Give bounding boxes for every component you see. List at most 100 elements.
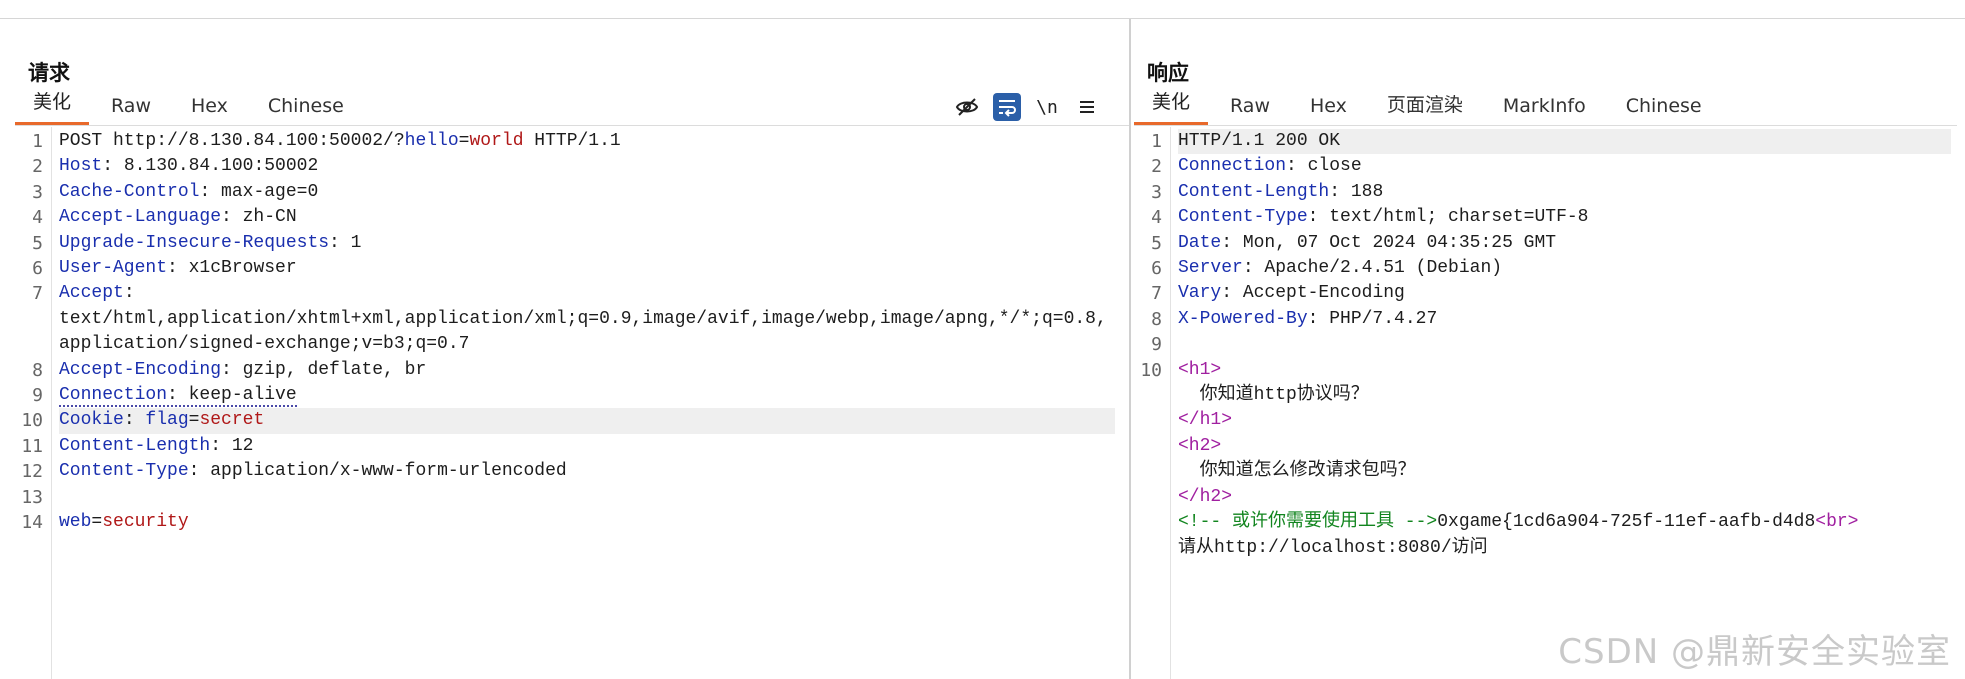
header-line-vary: Vary: Accept-Encoding xyxy=(1178,281,1951,306)
header-line-accept: Accept: xyxy=(59,281,1115,306)
line-number: 7 xyxy=(1151,283,1162,305)
request-tabs: 美化 Raw Hex Chinese xyxy=(15,91,366,125)
tab-hex[interactable]: Hex xyxy=(173,95,246,125)
html-tag-h2-close: </h2> xyxy=(1178,486,1233,507)
equals-sign: = xyxy=(188,410,200,431)
response-editor[interactable]: 1 2 3 4 5 6 7 8 9 10 HTTP/1.1 200 OK Con… xyxy=(1134,127,1965,679)
line-number: 3 xyxy=(1151,181,1162,203)
line-number: 2 xyxy=(32,156,43,178)
tab-chinese[interactable]: Chinese xyxy=(250,95,362,125)
line-number: 10 xyxy=(1140,359,1162,381)
tab-raw[interactable]: Raw xyxy=(1212,95,1288,125)
header-value: : text/html; charset=UTF-8 xyxy=(1307,207,1589,228)
line-number: 3 xyxy=(32,181,43,203)
header-name: Host xyxy=(59,156,103,177)
header-line-date: Date: Mon, 07 Oct 2024 04:35:25 GMT xyxy=(1178,231,1951,256)
header-value: : gzip, deflate, br xyxy=(221,359,427,380)
line-number: 4 xyxy=(1151,207,1162,229)
header-line-content-length: Content-Length: 188 xyxy=(1178,180,1951,205)
line-number: 6 xyxy=(1151,258,1162,279)
line-number: 6 xyxy=(32,258,43,279)
header-name: Connection xyxy=(59,385,168,406)
header-line-connection: Connection: keep-alive xyxy=(59,383,1115,408)
line-number: 11 xyxy=(21,435,43,457)
header-name: Cache-Control xyxy=(59,181,200,202)
watermark: CSDN @鼎新安全实验室 xyxy=(1558,632,1951,672)
header-value: : 1 xyxy=(329,232,362,253)
request-pane: 请求 美化 Raw Hex Chinese \n 1 2 3 4 5 6 7 8… xyxy=(0,19,1129,679)
header-value: : 12 xyxy=(210,435,254,456)
line-number: 13 xyxy=(21,486,43,508)
request-editor[interactable]: 1 2 3 4 5 6 7 8 9 10 11 12 13 14 POST ht… xyxy=(15,127,1129,679)
tab-raw[interactable]: Raw xyxy=(93,95,169,125)
request-toolbar: \n xyxy=(953,93,1101,121)
line-number: 4 xyxy=(32,207,43,229)
word-wrap-icon[interactable] xyxy=(993,93,1021,121)
equals-sign: = xyxy=(91,512,103,533)
tab-render[interactable]: 页面渲染 xyxy=(1369,90,1481,125)
line-number: 5 xyxy=(1151,232,1162,254)
cookie-value: secret xyxy=(199,410,265,431)
line-number: 5 xyxy=(32,232,43,254)
eye-off-icon[interactable] xyxy=(953,93,981,121)
header-name: Content-Length xyxy=(59,435,211,456)
header-name: Accept xyxy=(59,283,124,304)
header-value: : zh-CN xyxy=(221,207,297,228)
tab-markinfo[interactable]: MarkInfo xyxy=(1485,95,1604,125)
header-value: : PHP/7.4.27 xyxy=(1307,308,1438,329)
line-number: 7 xyxy=(32,283,43,305)
line-number: 1 xyxy=(32,131,43,152)
header-name: Connection xyxy=(1178,156,1287,177)
header-line-user-agent: User-Agent: x1cBrowser xyxy=(59,256,1115,281)
header-accept-value: text/html,application/xhtml+xml,applicat… xyxy=(59,308,1107,355)
html-tag-br: <br> xyxy=(1815,512,1859,533)
newline-toggle-button[interactable]: \n xyxy=(1033,93,1061,121)
header-name: Accept-Encoding xyxy=(59,359,222,380)
html-comment: <!-- 或许你需要使用工具 --> xyxy=(1178,512,1438,533)
menu-icon[interactable] xyxy=(1073,93,1101,121)
header-value: : application/x-www-form-urlencoded xyxy=(188,461,567,482)
header-name: Cookie xyxy=(59,410,124,431)
request-title: 请求 xyxy=(28,61,70,85)
separator: : xyxy=(123,410,146,431)
tab-pretty[interactable]: 美化 xyxy=(1134,87,1209,125)
response-code: HTTP/1.1 200 OK Connection: close Conten… xyxy=(1178,129,1951,561)
request-line: POST http://8.130.84.100:50002/?hello=wo… xyxy=(59,129,1115,154)
line-number: 8 xyxy=(1151,308,1162,330)
header-name: Content-Length xyxy=(1178,181,1330,202)
header-line-connection: Connection: close xyxy=(1178,154,1951,179)
html-tag-h1-open: <h1> xyxy=(1178,359,1222,380)
cookie-name: flag xyxy=(145,410,189,431)
request-code: POST http://8.130.84.100:50002/?hello=wo… xyxy=(59,129,1115,536)
header-line-server: Server: Apache/2.4.51 (Debian) xyxy=(1178,256,1951,281)
equals-sign: = xyxy=(458,131,470,151)
header-value: : 8.130.84.100:50002 xyxy=(102,156,319,177)
query-param-value: world xyxy=(469,131,524,151)
tab-hex[interactable]: Hex xyxy=(1292,95,1365,125)
line-number: 2 xyxy=(1151,156,1162,178)
header-name: Content-Type xyxy=(59,461,189,482)
header-value: : Apache/2.4.51 (Debian) xyxy=(1242,258,1503,279)
line-number: 10 xyxy=(21,410,43,432)
header-line-cache-control: Cache-Control: max-age=0 xyxy=(59,180,1115,205)
response-title: 响应 xyxy=(1147,61,1189,85)
h2-text: 你知道怎么修改请求包吗？ xyxy=(1178,461,1416,482)
response-tabs: 美化 Raw Hex 页面渲染 MarkInfo Chinese xyxy=(1134,91,1724,125)
tab-chinese[interactable]: Chinese xyxy=(1608,95,1720,125)
http-version: HTTP/1.1 xyxy=(523,131,621,151)
request-body: web=security xyxy=(59,510,1115,535)
header-value: : keep-alive xyxy=(167,385,297,406)
access-hint-text: 请从http://localhost:8080/访问 xyxy=(1178,537,1488,558)
header-name: X-Powered-By xyxy=(1178,308,1308,329)
header-value: : Accept-Encoding xyxy=(1221,283,1405,304)
header-name: Content-Type xyxy=(1178,207,1308,228)
header-line-content-type: Content-Type: text/html; charset=UTF-8 xyxy=(1178,205,1951,230)
html-tag-h2-open: <h2> xyxy=(1178,435,1222,456)
line-number: 1 xyxy=(1151,131,1162,152)
tab-pretty[interactable]: 美化 xyxy=(15,87,90,125)
header-value: : 188 xyxy=(1329,181,1384,202)
header-line-upgrade-insecure: Upgrade-Insecure-Requests: 1 xyxy=(59,231,1115,256)
header-value: : close xyxy=(1286,156,1362,177)
